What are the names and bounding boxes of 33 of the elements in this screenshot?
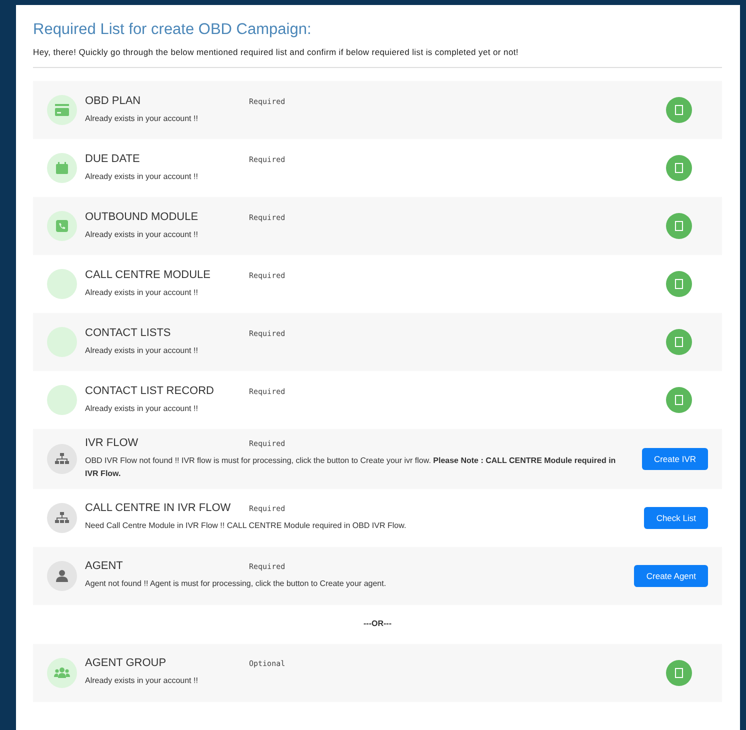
done-status-icon	[666, 97, 692, 123]
item-title: CALL CENTRE MODULE	[85, 268, 212, 281]
action-button[interactable]: Check List	[644, 506, 708, 529]
item-title: CALL CENTRE IN IVR FLOW	[85, 502, 232, 514]
separator-text: ---OR---	[362, 618, 392, 630]
item-title: CONTACT LIST RECORD	[85, 384, 215, 397]
item-message: Already exists in your account !!	[85, 112, 199, 125]
done-status-icon	[666, 660, 692, 686]
done-status-icon	[666, 271, 692, 297]
page-title: Required List for create OBD Campaign:	[33, 21, 312, 39]
done-status-icon	[666, 329, 692, 355]
item-message: Agent not found !! Agent is must for processing, click the button to Create your agent.	[85, 578, 388, 590]
done-status-icon	[666, 213, 692, 239]
item-title: IVR FLOW	[85, 437, 140, 449]
item-message: Already exists in your account !!	[85, 170, 199, 183]
item-message: OBD IVR Flow not found !! IVR flow is must for processing, click the button to Create your ivr flow. Please Note : CALL CENTRE Module required in IVR Flow.	[85, 455, 617, 480]
item-title: AGENT GROUP	[85, 657, 168, 670]
item-title: DUE DATE	[85, 152, 141, 165]
item-message: Already exists in your account !!	[85, 286, 199, 299]
item-message: Already exists in your account !!	[85, 344, 199, 357]
action-button[interactable]: Create IVR	[642, 448, 708, 470]
item-title: OBD PLAN	[85, 94, 142, 107]
intro-text: Hey, there! Quickly go through the below mentioned required list and confirm if below requiered list is completed yet or not!	[33, 47, 520, 57]
item-message: Already exists in your account !!	[85, 402, 199, 415]
done-status-icon	[666, 155, 692, 181]
item-title: CONTACT LISTS	[85, 326, 172, 339]
item-message: Need Call Centre Module in IVR Flow !! CALL CENTRE Module required in OBD IVR Flow.	[85, 520, 408, 532]
action-button[interactable]: Create Agent	[634, 564, 708, 587]
item-title: AGENT	[85, 560, 124, 572]
item-message: Already exists in your account !!	[85, 228, 199, 241]
item-title: OUTBOUND MODULE	[85, 210, 200, 223]
item-message: Already exists in your account !!	[85, 675, 199, 688]
done-status-icon	[666, 387, 692, 413]
